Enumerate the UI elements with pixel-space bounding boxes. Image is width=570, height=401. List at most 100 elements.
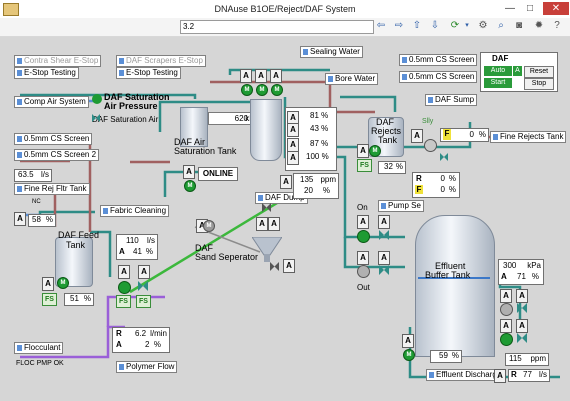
dropdown-arrow-icon[interactable]: ▾ (461, 20, 473, 32)
valve-icon[interactable] (138, 281, 148, 291)
forward-arrow-icon[interactable]: ⇨ (393, 20, 405, 32)
effluent-buffer-tank[interactable] (415, 215, 495, 357)
tag-cs-screen-1[interactable]: 0.5mm CS Screen (399, 54, 478, 66)
valve-icon[interactable] (379, 230, 389, 240)
auto-button[interactable]: A (378, 251, 390, 265)
auto-button[interactable]: A (500, 319, 512, 333)
stop-button[interactable]: Stop (524, 78, 554, 90)
auto-button[interactable]: A (516, 319, 528, 333)
valve-icon[interactable] (517, 333, 527, 343)
tag-cs-screen-2[interactable]: 0.5mm CS Screen (399, 71, 478, 83)
auto-button[interactable]: A (494, 369, 506, 383)
motor-icon[interactable]: M (184, 180, 196, 192)
window-title: DNAuse B1OE/Reject/DAF System (214, 4, 356, 14)
help-icon[interactable]: ? (551, 20, 563, 32)
valve-icon[interactable] (517, 303, 527, 313)
auto-button[interactable]: A (118, 265, 130, 279)
motor-icon[interactable]: M (241, 84, 253, 96)
tag-polymer-flow[interactable]: Polymer Flow (116, 361, 178, 373)
minimize-button[interactable]: — (500, 2, 520, 15)
daf-unit[interactable] (250, 99, 282, 161)
tag-contra-shear-estop[interactable]: Contra Shear E-Stop (14, 55, 102, 67)
search-icon[interactable]: ⌕ (495, 20, 507, 32)
auto-button[interactable]: A (357, 215, 369, 229)
tag-cs-screen-4[interactable]: 0.5mm CS Screen 2 (14, 149, 100, 161)
start-button[interactable]: Start (484, 78, 512, 88)
auto-button[interactable]: A (516, 289, 528, 303)
motor-icon[interactable]: M (203, 220, 215, 232)
tag-estop-testing-2[interactable]: E-Stop Testing (116, 67, 181, 79)
auto-button[interactable]: A (270, 69, 282, 83)
tag-daf-sump[interactable]: DAF Sump (425, 94, 478, 106)
down-arrow-icon[interactable]: ⇩ (429, 20, 441, 32)
auto-button[interactable]: A (280, 175, 292, 189)
auto-button[interactable]: A (287, 138, 299, 152)
auto-button[interactable]: A (268, 217, 280, 231)
online-status: ONLINE (198, 167, 238, 181)
auto-button[interactable]: A (255, 69, 267, 83)
pump-icon[interactable] (357, 230, 370, 243)
close-button[interactable]: ✕ (543, 2, 569, 15)
auto-button[interactable]: A (283, 259, 295, 273)
motor-icon[interactable]: M (256, 84, 268, 96)
reset-button[interactable]: Reset (524, 66, 554, 78)
refresh-icon[interactable]: ⟳ (449, 20, 461, 32)
dump-valve-icon[interactable] (262, 203, 271, 212)
auto-button[interactable]: A (378, 215, 390, 229)
tag-effluent-discharge[interactable]: Effluent Discharge (426, 369, 505, 381)
gear-icon[interactable]: ✹ (533, 20, 545, 32)
valve-icon[interactable] (270, 262, 279, 271)
tag-pump-se[interactable]: Pump Se (378, 200, 424, 212)
pump-icon[interactable] (118, 281, 131, 294)
settings-icon[interactable]: ⚙ (477, 20, 489, 32)
pipe-teal (343, 237, 405, 269)
slly-label: Slly (422, 118, 434, 125)
auto-indicator: A (513, 66, 522, 76)
auto-button[interactable]: A (357, 144, 369, 158)
tag-comp-air-system[interactable]: Comp Air System (14, 96, 89, 108)
auto-button[interactable]: A (42, 277, 54, 291)
daf-air-sat-tank-label-2: Saturation Tank (174, 146, 237, 156)
motor-icon[interactable]: M (403, 349, 415, 361)
sand-separator[interactable] (251, 236, 283, 262)
tag-sealing-water[interactable]: Sealing Water (300, 46, 363, 58)
auto-button[interactable]: A (357, 251, 369, 265)
on-label: On (357, 203, 368, 212)
valve-icon[interactable] (379, 265, 389, 275)
auto-button[interactable]: A (138, 265, 150, 279)
back-arrow-icon[interactable]: ⇦ (375, 20, 387, 32)
bowtie-valve-icon[interactable] (92, 114, 100, 122)
auto-button[interactable]: A (402, 334, 414, 348)
auto-mode-button[interactable]: Auto (484, 66, 512, 76)
auto-button[interactable]: A (287, 151, 299, 165)
pump-icon[interactable] (500, 303, 513, 316)
valve-icon[interactable] (440, 153, 448, 161)
auto-button[interactable]: A (411, 129, 423, 143)
auto-button[interactable]: A (183, 165, 195, 179)
auto-button[interactable]: A (240, 69, 252, 83)
auto-button[interactable]: A (287, 123, 299, 137)
tag-fine-rejects-tank[interactable]: Fine Rejects Tank (490, 131, 567, 143)
pump-icon[interactable] (500, 333, 513, 346)
version-field[interactable]: 3.2 (180, 20, 374, 34)
auto-button[interactable]: A (256, 217, 268, 231)
tag-bore-water[interactable]: Bore Water (325, 73, 379, 85)
motor-icon[interactable]: M (57, 277, 69, 289)
pump-icon[interactable] (424, 139, 437, 152)
pump-icon[interactable] (357, 265, 370, 278)
maximize-button[interactable]: □ (520, 2, 540, 15)
tag-estop-testing-1[interactable]: E-Stop Testing (14, 67, 79, 79)
tag-flocculant[interactable]: Flocculant (14, 342, 64, 354)
up-arrow-icon[interactable]: ⇧ (411, 20, 423, 32)
tag-cs-screen-3[interactable]: 0.5mm CS Screen (14, 133, 93, 145)
discharge-ppm-readout: 115 ppm (505, 353, 549, 366)
motor-icon[interactable]: M (369, 145, 381, 157)
camera-icon[interactable]: ◙ (513, 20, 525, 32)
motor-icon[interactable]: M (271, 84, 283, 96)
tag-daf-scrapers-estop[interactable]: DAF Scrapers E-Stop (116, 55, 206, 67)
tag-fabric-cleaning[interactable]: Fabric Cleaning (100, 205, 170, 217)
auto-button[interactable]: A (500, 289, 512, 303)
tag-fine-rej-fltr-tank[interactable]: Fine Rej Fltr Tank (14, 183, 90, 195)
auto-button[interactable]: A (14, 212, 26, 226)
out-label: Out (357, 283, 370, 292)
